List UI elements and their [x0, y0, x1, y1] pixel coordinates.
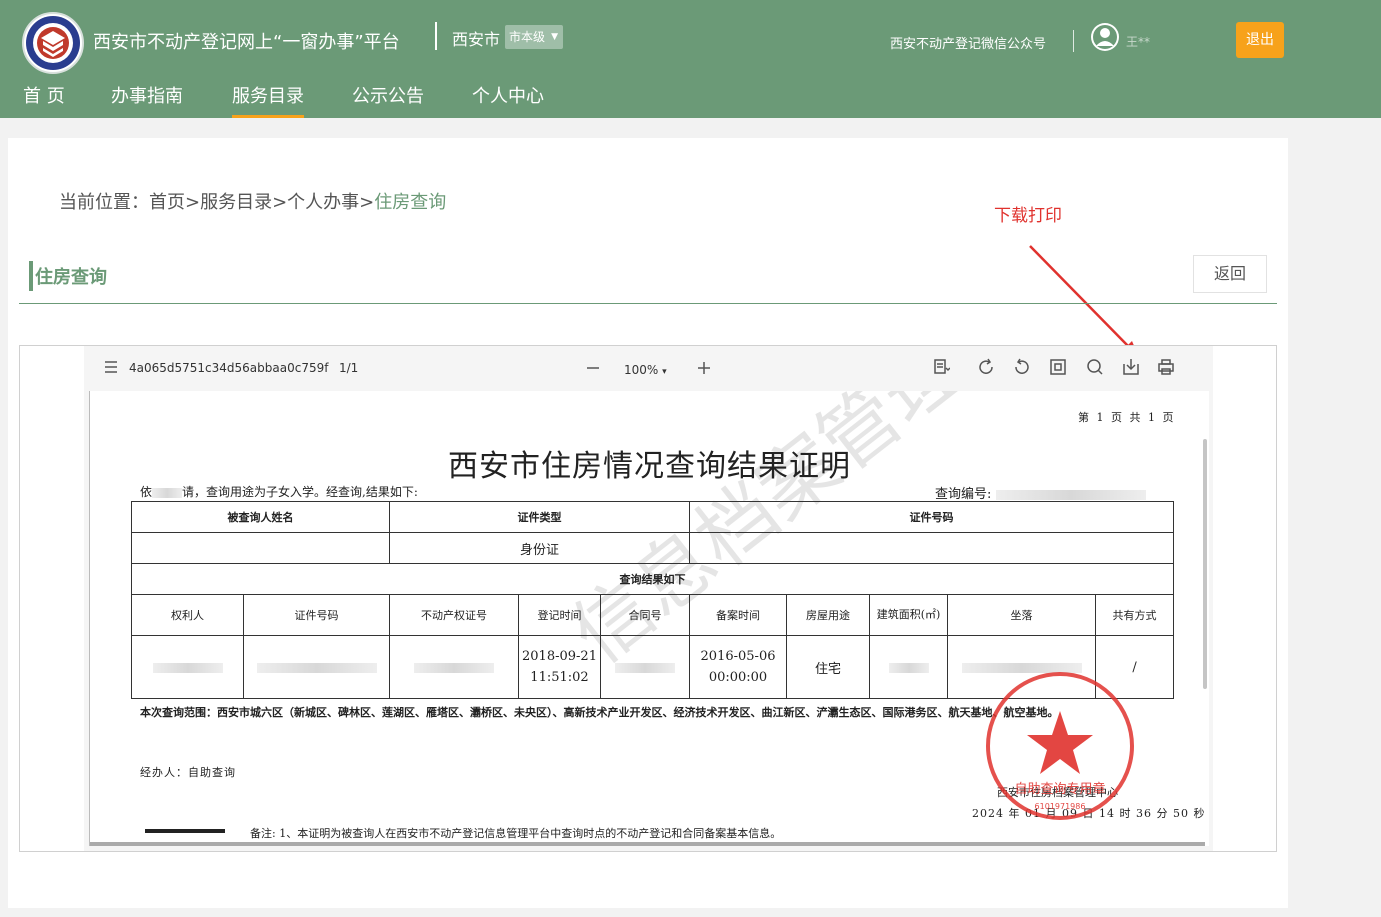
filing-date: 2016-05-06	[700, 649, 776, 664]
zoom-out-icon[interactable]	[584, 359, 602, 380]
section-title: 住房查询	[35, 267, 107, 288]
td-reg-time: 2018-09-21 11:51:02	[518, 635, 601, 699]
query-number-label: 查询编号:	[935, 487, 992, 502]
fit-page-icon[interactable]	[1049, 358, 1067, 379]
logout-button[interactable]: 退出	[1236, 22, 1284, 58]
page-number: 第 1 页 共 1 页	[1078, 411, 1176, 424]
table-row: 2018-09-21 11:51:02 2016-05-06 00:00:00 …	[131, 635, 1175, 699]
intro-text: 请，查询用途为子女入学。经查询,结果如下:	[182, 485, 418, 499]
td-filing-time: 2016-05-06 00:00:00	[689, 635, 788, 699]
vertical-scrollbar[interactable]	[1203, 439, 1207, 689]
nav-item-announcements[interactable]: 公示公告	[352, 82, 424, 118]
pdf-document-name: 4a065d5751c34d56abbaa0c759f32	[129, 361, 329, 375]
breadcrumb-current: 住房查询	[374, 192, 447, 213]
wechat-account-link[interactable]: 西安不动产登记微信公众号	[890, 33, 1046, 52]
registration-emblem-icon	[26, 16, 80, 70]
search-icon[interactable]	[1086, 358, 1104, 379]
filing-time: 00:00:00	[708, 670, 768, 685]
result-table: 被查询人姓名 证件类型 证件号码 身份证 查询结果如下 权利人 证件号码 不动产…	[130, 501, 1175, 699]
header-separator	[1073, 30, 1074, 52]
page-layout-icon[interactable]	[932, 358, 951, 379]
col-header: 证件号码	[243, 594, 390, 636]
redacted-applicant	[152, 487, 183, 498]
reg-date: 2018-09-21	[522, 649, 597, 664]
td-property-no-redacted	[389, 635, 519, 699]
document-title: 西安市住房情况查询结果证明	[448, 449, 851, 484]
td-owner-redacted	[131, 635, 244, 699]
breadcrumb-path[interactable]: 当前位置：首页>服务目录>个人办事>	[59, 192, 374, 213]
back-button[interactable]: 返回	[1193, 255, 1267, 293]
top-header: 西安市不动产登记网上“一窗办事”平台 西安市 市本级 ▼ 西安不动产登记微信公众…	[0, 0, 1381, 118]
pdf-viewer: 4a065d5751c34d56abbaa0c759f32 1/1 100% ▾	[19, 345, 1277, 852]
td-share-mode: /	[1095, 635, 1175, 699]
nav-item-guide[interactable]: 办事指南	[111, 82, 183, 118]
td-cert-type: 身份证	[388, 532, 691, 564]
result-heading: 查询结果如下	[130, 563, 1175, 595]
title-divider	[435, 22, 437, 50]
th-cert-no: 证件号码	[689, 501, 1175, 533]
col-header: 登记时间	[518, 594, 601, 636]
download-print-annotation: 下载打印	[994, 206, 1062, 226]
pdf-viewer-frame: 4a065d5751c34d56abbaa0c759f32 1/1 100% ▾	[84, 346, 1213, 851]
th-name: 被查询人姓名	[131, 501, 390, 533]
download-icon[interactable]	[1122, 358, 1140, 379]
zoom-in-icon[interactable]	[695, 359, 713, 380]
main-panel: 当前位置：首页>服务目录>个人办事>住房查询 下载打印 住房查询 返回 4a06…	[8, 138, 1288, 908]
qr-code-fragment	[145, 829, 225, 839]
handler: 经办人：自助查询	[140, 766, 236, 779]
col-header: 坐落	[947, 594, 1097, 636]
col-header: 不动产权证号	[389, 594, 519, 636]
reg-time: 11:51:02	[530, 670, 589, 685]
caret-down-icon: ▼	[551, 32, 559, 42]
user-avatar-icon[interactable]	[1090, 22, 1120, 52]
td-name-redacted	[131, 532, 390, 564]
td-id-redacted	[243, 635, 390, 699]
horizontal-scrollbar[interactable]	[90, 842, 1205, 846]
nav-item-home[interactable]: 首 页	[23, 82, 65, 118]
section-divider	[19, 303, 1277, 304]
site-logo[interactable]	[22, 12, 84, 74]
rotate-cw-icon[interactable]	[977, 358, 995, 379]
document-note: 备注: 1、本证明为被查询人在西安市不动产登记信息管理平台中查询时点的不动产登记…	[250, 827, 782, 840]
issuer: 西安市住房档案管理中心	[997, 786, 1118, 799]
col-header: 房屋用途	[786, 594, 871, 636]
breadcrumb: 当前位置：首页>服务目录>个人办事>住房查询	[59, 188, 446, 214]
td-area-redacted	[869, 635, 949, 699]
nav-item-personal-center[interactable]: 个人中心	[472, 82, 544, 118]
pdf-page-indicator: 1/1	[339, 361, 359, 375]
redacted-query-number	[995, 489, 1146, 500]
query-number: 查询编号:	[935, 483, 1146, 502]
col-header: 备案时间	[689, 594, 788, 636]
col-header: 合同号	[599, 594, 691, 636]
query-scope: 本次查询范围：西安市城六区（新城区、碑林区、莲湖区、雁塔区、灞桥区、未央区）、高…	[140, 706, 1059, 719]
rotate-ccw-icon[interactable]	[1013, 358, 1031, 379]
menu-icon[interactable]	[102, 358, 120, 379]
section-accent-bar	[29, 261, 33, 291]
zoom-dropdown[interactable]: 100% ▾	[624, 363, 667, 377]
caret-down-icon: ▾	[662, 367, 667, 377]
intro-prefix: 依	[140, 485, 153, 499]
username: 王**	[1126, 35, 1151, 49]
col-header: 权利人	[131, 594, 244, 636]
city-level-dropdown[interactable]: 市本级 ▼	[505, 25, 564, 49]
col-header: 建筑面积(㎡)	[869, 594, 949, 636]
td-contract-redacted	[599, 635, 691, 699]
td-location-redacted	[947, 635, 1097, 699]
td-cert-no-redacted	[689, 532, 1175, 564]
pdf-toolbar: 4a065d5751c34d56abbaa0c759f32 1/1 100% ▾	[84, 346, 1213, 390]
nav-item-service-catalog[interactable]: 服务目录	[232, 82, 304, 118]
td-usage: 住宅	[786, 635, 871, 699]
col-header: 共有方式	[1095, 594, 1175, 636]
print-icon[interactable]	[1157, 358, 1175, 379]
zoom-level: 100%	[624, 363, 659, 377]
city-name: 西安市	[452, 30, 501, 49]
pdf-page: 信息档案管理中心 第 1 页 共 1 页 西安市住房情况查询结果证明 依请，查询…	[89, 391, 1209, 846]
site-title: 西安市不动产登记网上“一窗办事”平台	[93, 32, 400, 53]
issue-time: 2024 年 01 月 09 日 14 时 36 分 50 秒	[972, 807, 1206, 820]
city-level-label: 市本级	[509, 30, 546, 44]
th-cert-type: 证件类型	[388, 501, 691, 533]
document-intro: 依 请，查询用途为子女入学。经查询,结果如下:	[140, 483, 418, 500]
